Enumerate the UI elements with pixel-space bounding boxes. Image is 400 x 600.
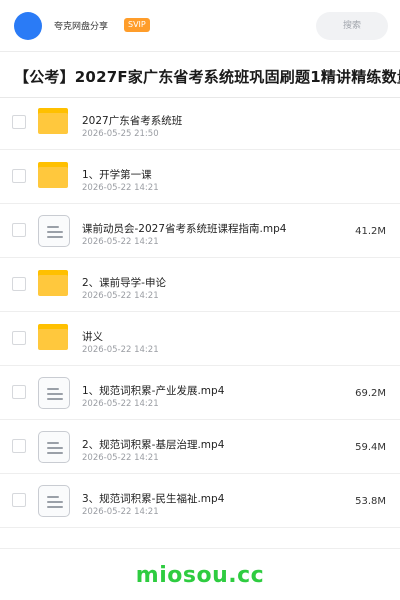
file-list: 2027广东省考系统班 2026-05-25 21:50 1、开学第一课 2026-0…	[0, 96, 400, 528]
item-date: 2026-05-22 14:21	[82, 291, 159, 301]
select-checkbox[interactable]	[12, 169, 26, 183]
item-name: 课前动员会-2027省考系统班课程指南.mp4	[82, 223, 287, 235]
item-date: 2026-05-22 14:21	[82, 183, 159, 193]
sharer-name: 夸克网盘分享	[54, 22, 109, 32]
select-checkbox[interactable]	[12, 223, 26, 237]
item-date: 2026-05-22 14:21	[82, 237, 159, 247]
item-name: 讲义	[82, 331, 103, 343]
select-checkbox[interactable]	[12, 115, 26, 129]
search-input[interactable]: 搜索	[316, 12, 388, 40]
avatar[interactable]	[14, 12, 42, 40]
item-size: 69.2M	[355, 388, 386, 399]
item-date: 2026-05-22 14:21	[82, 453, 159, 463]
file-row[interactable]: 3、规范词积累-民生福祉.mp4 2026-05-22 14:21 53.8M	[0, 474, 400, 528]
item-date: 2026-05-22 14:21	[82, 345, 159, 355]
item-date: 2026-05-22 14:21	[82, 399, 159, 409]
folder-row[interactable]: 2、课前导学-申论 2026-05-22 14:21	[0, 258, 400, 312]
document-icon	[38, 485, 70, 517]
item-name: 2、规范词积累-基层治理.mp4	[82, 439, 225, 451]
select-checkbox[interactable]	[12, 385, 26, 399]
folder-row[interactable]: 讲义 2026-05-22 14:21	[0, 312, 400, 366]
item-name: 2、课前导学-申论	[82, 277, 166, 289]
item-name: 1、规范词积累-产业发展.mp4	[82, 385, 225, 397]
document-icon	[38, 431, 70, 463]
item-name: 1、开学第一课	[82, 169, 152, 181]
top-bar: 夸克网盘分享 SVIP 搜索	[0, 0, 400, 52]
footer: miosou.cc	[0, 548, 400, 600]
select-checkbox[interactable]	[12, 277, 26, 291]
select-checkbox[interactable]	[12, 493, 26, 507]
item-size: 59.4M	[355, 442, 386, 453]
folder-row[interactable]: 2027广东省考系统班 2026-05-25 21:50	[0, 96, 400, 150]
file-row[interactable]: 课前动员会-2027省考系统班课程指南.mp4 2026-05-22 14:21 4…	[0, 204, 400, 258]
folder-icon	[38, 269, 70, 301]
folder-title-bar: 【公考】2027F家广东省考系统班巩固刷题1精讲精练数量(	[0, 52, 400, 98]
file-row[interactable]: 1、规范词积累-产业发展.mp4 2026-05-22 14:21 69.2M	[0, 366, 400, 420]
document-icon	[38, 377, 70, 409]
item-size: 53.8M	[355, 496, 386, 507]
watermark-text: miosou.cc	[135, 563, 265, 588]
select-checkbox[interactable]	[12, 439, 26, 453]
item-date: 2026-05-22 14:21	[82, 507, 159, 517]
folder-icon	[38, 323, 70, 355]
folder-row[interactable]: 1、开学第一课 2026-05-22 14:21	[0, 150, 400, 204]
folder-icon	[38, 161, 70, 193]
page-title: 【公考】2027F家广东省考系统班巩固刷题1精讲精练数量(	[14, 68, 400, 86]
select-checkbox[interactable]	[12, 331, 26, 345]
svip-badge: SVIP	[124, 18, 150, 32]
item-size: 41.2M	[355, 226, 386, 237]
document-icon	[38, 215, 70, 247]
item-name: 2027广东省考系统班	[82, 115, 183, 127]
file-row[interactable]: 2、规范词积累-基层治理.mp4 2026-05-22 14:21 59.4M	[0, 420, 400, 474]
item-name: 3、规范词积累-民生福祉.mp4	[82, 493, 225, 505]
item-date: 2026-05-25 21:50	[82, 129, 159, 139]
folder-icon	[38, 107, 70, 139]
